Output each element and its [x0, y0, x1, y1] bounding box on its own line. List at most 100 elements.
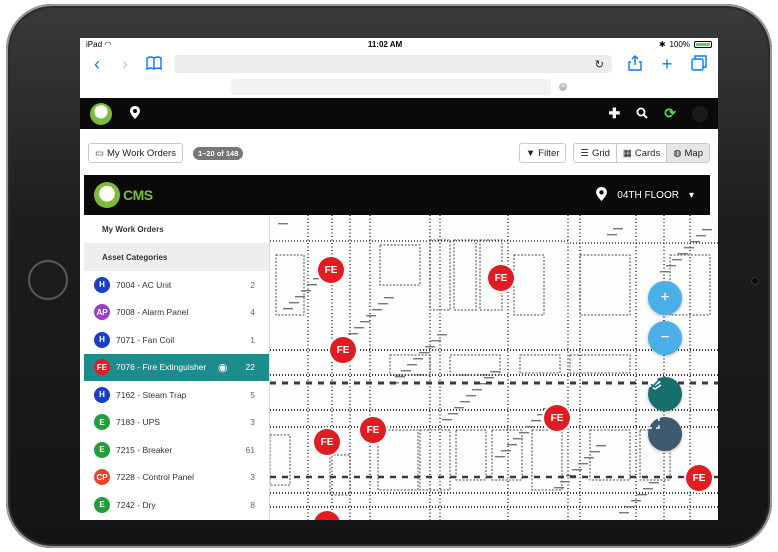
header-actions: ✚ ⟳ [609, 105, 708, 122]
cards-icon: ▦ [622, 147, 632, 159]
fire-extinguisher-marker[interactable]: FE [544, 405, 570, 431]
camera [752, 278, 758, 284]
grid-view-button[interactable]: ☰ Grid [573, 143, 617, 163]
bookmarks-icon[interactable] [146, 55, 162, 73]
category-label: 7242 - Dry [116, 499, 156, 510]
inbox-icon: ▭ [95, 147, 104, 159]
view-controls: ▼ Filter ☰ Grid ▦ Cards ◍ Map [518, 143, 710, 163]
category-badge-icon: E [94, 496, 110, 513]
category-count: 3 [250, 417, 255, 428]
filter-label: Filter [538, 147, 560, 159]
category-badge-icon: H [94, 386, 110, 403]
user-avatar[interactable] [692, 105, 708, 122]
floor-pin-icon [596, 186, 608, 204]
category-item[interactable]: E 7215 - Breaker 61 [84, 436, 269, 464]
layers-button[interactable] [648, 377, 682, 411]
battery-icon [693, 41, 712, 48]
category-count: 4 [250, 307, 255, 318]
floor-label: 04TH FLOOR [617, 189, 679, 201]
view-toggle: ☰ Grid ▦ Cards ◍ Map [573, 143, 710, 163]
zoom-out-label: − [660, 329, 670, 346]
address-bar[interactable]: ↻ [174, 55, 612, 73]
list-toolbar: ▭ My Work Orders 1–20 of 148 ▼ Filter ☰ G… [80, 142, 718, 164]
sidebar-my-work-orders[interactable]: My Work Orders [84, 215, 269, 243]
category-label: 7008 - Alarm Panel [116, 307, 189, 318]
home-button[interactable] [28, 260, 68, 300]
cms-logo-mark [94, 182, 120, 208]
category-item[interactable]: CP 7228 - Control Panel 3 [84, 464, 269, 492]
grid-label: Grid [591, 147, 610, 159]
list-icon: ☰ [580, 147, 589, 159]
fire-extinguisher-marker[interactable]: FE [488, 265, 514, 291]
battery-percent: 100% [669, 40, 690, 49]
app-header: ✚ ⟳ [80, 98, 718, 129]
map-label: Map [684, 147, 703, 159]
category-badge-icon: AP [94, 304, 110, 321]
location-pin-icon[interactable] [130, 105, 140, 122]
category-label: 7004 - AC Unit [116, 279, 172, 290]
my-work-orders-label: My Work Orders [106, 147, 176, 159]
category-count: 8 [250, 499, 255, 510]
cms-bar: CMS 04TH FLOOR ▾ [84, 175, 710, 215]
my-work-orders-button[interactable]: ▭ My Work Orders [88, 143, 183, 163]
category-list: H 7004 - AC Unit 2 AP 7008 - Alarm Panel 4 H 70… [84, 271, 269, 519]
app-logo[interactable] [90, 102, 112, 125]
search-icon[interactable] [636, 106, 648, 122]
zoom-in-button[interactable]: + [648, 281, 682, 315]
category-label: 7183 - UPS [116, 417, 160, 428]
category-item[interactable]: E 7183 - UPS 3 [84, 409, 269, 437]
fire-extinguisher-marker[interactable]: FE [330, 337, 356, 363]
caret-down-icon: ▾ [688, 189, 694, 201]
category-count: 61 [245, 444, 255, 455]
fullscreen-button[interactable] [648, 417, 682, 451]
eye-icon[interactable]: ◉ [218, 361, 228, 374]
category-count: 5 [250, 389, 255, 400]
category-label: 7071 - Fan Coil [116, 334, 175, 345]
category-item[interactable]: H 7004 - AC Unit 2 [84, 271, 269, 299]
tab-close-icon[interactable]: × [559, 83, 567, 91]
cards-view-button[interactable]: ▦ Cards [615, 143, 668, 163]
new-tab-icon[interactable]: + [658, 55, 676, 73]
filter-icon: ▼ [525, 147, 536, 159]
fire-extinguisher-marker[interactable]: FE [318, 257, 344, 283]
result-count-badge: 1–20 of 148 [192, 146, 244, 160]
fire-extinguisher-marker[interactable]: FE [314, 429, 340, 455]
share-icon[interactable] [626, 54, 644, 74]
cards-label: Cards [634, 147, 661, 159]
globe-icon: ◍ [673, 147, 682, 159]
category-item[interactable]: E 7242 - Dry 8 [84, 491, 269, 519]
add-icon[interactable]: ✚ [609, 105, 621, 122]
category-item[interactable]: FE 7076 - Fire Extinguisher ◉ 22 [84, 353, 269, 381]
category-label: 7228 - Control Panel [116, 472, 194, 483]
category-badge-icon: CP [94, 469, 110, 486]
category-badge-icon: H [94, 331, 110, 348]
fire-extinguisher-marker[interactable]: FE [686, 465, 712, 491]
reload-icon[interactable]: ↻ [595, 58, 604, 71]
zoom-out-button[interactable]: − [648, 321, 682, 355]
map-view-button[interactable]: ◍ Map [666, 143, 710, 163]
tab-strip: × [80, 77, 718, 97]
sidebar-asset-categories[interactable]: Asset Categories [84, 243, 269, 271]
browser-tab[interactable] [231, 79, 551, 95]
cms-logo-text: CMS [123, 187, 153, 203]
forward-icon[interactable]: › [118, 55, 132, 73]
back-icon[interactable]: ‹ [90, 55, 104, 73]
category-badge-icon: E [94, 414, 110, 431]
filter-button[interactable]: ▼ Filter [518, 143, 567, 163]
category-item[interactable]: H 7071 - Fan Coil 1 [84, 326, 269, 354]
fire-extinguisher-marker[interactable]: FE [360, 417, 386, 443]
category-badge-icon: E [94, 441, 110, 458]
status-right: ✱ 100% [659, 40, 712, 49]
floor-selector[interactable]: 04TH FLOOR ▾ [596, 186, 700, 204]
clock: 11:02 AM [367, 40, 403, 49]
sync-icon[interactable]: ⟳ [664, 105, 676, 122]
category-label: 7162 - Steam Trap [116, 389, 187, 400]
cms-logo: CMS [94, 182, 153, 208]
category-label: 7215 - Breaker [116, 444, 173, 455]
category-item[interactable]: AP 7008 - Alarm Panel 4 [84, 299, 269, 327]
category-sidebar: My Work Orders Asset Categories H 7004 - … [84, 215, 270, 520]
tabs-icon[interactable] [690, 54, 708, 74]
floor-plan-map[interactable]: FEFEFEFEFEFEFEFE + − [270, 215, 718, 520]
category-count: 1 [250, 334, 255, 345]
category-item[interactable]: H 7162 - Steam Trap 5 [84, 381, 269, 409]
